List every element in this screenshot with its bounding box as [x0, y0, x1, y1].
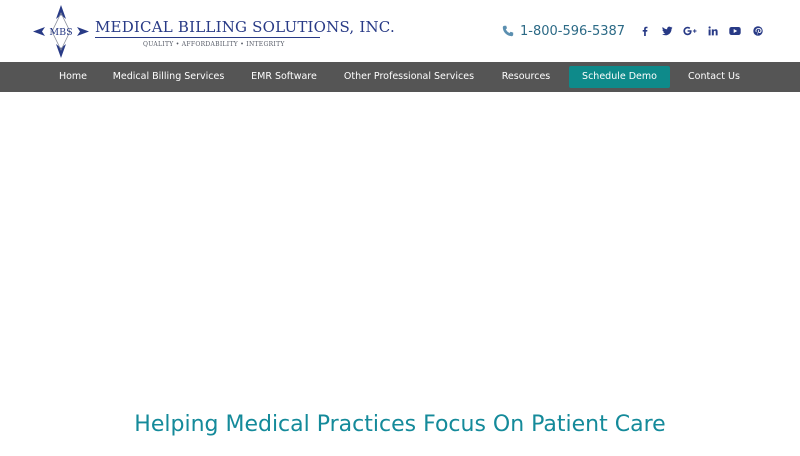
mbs-logo-mark-icon: MBS: [33, 5, 89, 58]
nav-emr-software[interactable]: EMR Software: [243, 62, 325, 92]
pinterest-icon: [753, 26, 763, 36]
pinterest-link[interactable]: [747, 22, 770, 40]
main-navigation: Home Medical Billing Services EMR Softwa…: [0, 62, 800, 92]
twitter-link[interactable]: [657, 22, 680, 40]
facebook-icon: [642, 26, 648, 36]
phone-number: 1-800-596-5387: [520, 23, 626, 39]
youtube-link[interactable]: [724, 22, 747, 40]
google-plus-icon: [683, 26, 697, 36]
nav-contact-us[interactable]: Contact Us: [680, 62, 748, 92]
logo-initials: MBS: [49, 27, 72, 38]
nav-other-professional-services[interactable]: Other Professional Services: [335, 62, 483, 92]
linkedin-icon: [708, 26, 718, 36]
phone-icon: [502, 25, 514, 37]
nav-schedule-demo-button[interactable]: Schedule Demo: [569, 66, 670, 88]
hero-banner: [0, 92, 800, 456]
nav-home[interactable]: Home: [51, 62, 95, 92]
facebook-link[interactable]: [634, 22, 657, 40]
google-plus-link[interactable]: [679, 22, 702, 40]
hero-heading: Helping Medical Practices Focus On Patie…: [134, 412, 666, 437]
site-header: MBS MEDICAL BILLING SOLUTIONS, INC. QUAL…: [0, 0, 800, 62]
site-logo[interactable]: MBS MEDICAL BILLING SOLUTIONS, INC. QUAL…: [33, 5, 395, 58]
social-links: [634, 22, 769, 40]
youtube-icon: [729, 27, 741, 35]
phone-link[interactable]: 1-800-596-5387: [502, 22, 625, 40]
nav-resources[interactable]: Resources: [493, 62, 559, 92]
nav-medical-billing-services[interactable]: Medical Billing Services: [104, 62, 233, 92]
logo-tagline: QUALITY • AFFORDABILITY • INTEGRITY: [143, 41, 285, 48]
logo-divider: [95, 37, 320, 38]
linkedin-link[interactable]: [702, 22, 725, 40]
twitter-icon: [662, 26, 673, 36]
logo-company-name: MEDICAL BILLING SOLUTIONS, INC.: [95, 18, 395, 36]
